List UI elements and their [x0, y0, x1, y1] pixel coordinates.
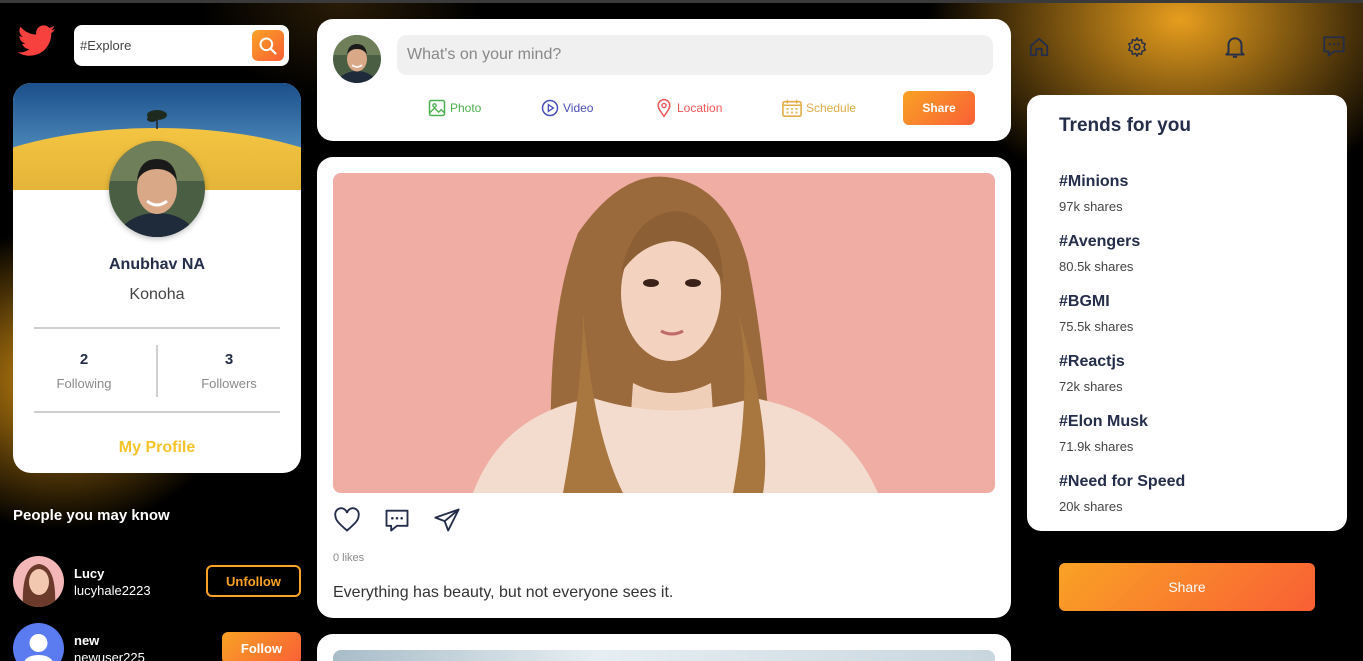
post-card	[317, 634, 1011, 661]
follow-button[interactable]: Follow	[222, 632, 301, 661]
trend-tag: #BGMI	[1059, 293, 1110, 310]
divider	[34, 327, 280, 329]
person-username: newuser225	[74, 650, 145, 661]
trend-item[interactable]: #Need for Speed 20k shares	[1059, 473, 1185, 514]
trend-shares: 97k shares	[1059, 199, 1123, 214]
trend-tag: #Reactjs	[1059, 353, 1125, 370]
window-top-border	[0, 0, 1363, 3]
send-icon[interactable]	[433, 507, 461, 533]
composer-avatar[interactable]	[333, 35, 381, 83]
trend-shares: 20k shares	[1059, 499, 1123, 514]
unfollow-button[interactable]: Unfollow	[206, 565, 301, 597]
trends-title: Trends for you	[1059, 115, 1191, 136]
trend-item[interactable]: #Elon Musk 71.9k shares	[1059, 413, 1148, 454]
profile-location: Konoha	[129, 286, 185, 303]
search-icon	[259, 37, 277, 55]
schedule-label: Schedule	[806, 101, 857, 115]
trend-item[interactable]: #BGMI 75.5k shares	[1059, 293, 1133, 334]
trend-tag: #Elon Musk	[1059, 413, 1148, 430]
followers-stat[interactable]: 3 Followers	[169, 351, 289, 391]
photo-label: Photo	[450, 101, 482, 115]
person-name: new	[74, 633, 100, 648]
divider	[34, 411, 280, 413]
trend-shares: 80.5k shares	[1059, 259, 1134, 274]
followers-label: Followers	[201, 376, 257, 391]
video-option[interactable]: Video	[540, 98, 593, 118]
share-button[interactable]: Share	[1059, 563, 1315, 611]
search-button[interactable]	[252, 30, 284, 61]
post-likes: 0 likes	[333, 552, 365, 564]
heart-icon[interactable]	[333, 507, 361, 533]
schedule-option[interactable]: Schedule	[781, 98, 856, 118]
my-profile-link[interactable]: My Profile	[13, 439, 301, 457]
gear-icon[interactable]	[1124, 34, 1150, 60]
comment-icon[interactable]	[1321, 34, 1347, 60]
trend-item[interactable]: #Avengers 80.5k shares	[1059, 233, 1140, 274]
trend-tag: #Need for Speed	[1059, 473, 1186, 490]
calendar-icon	[782, 99, 802, 117]
profile-card: Anubhav NA Konoha 2 Following 3 Follower…	[13, 83, 301, 473]
comment-icon[interactable]	[383, 507, 411, 533]
post-input[interactable]	[397, 35, 993, 75]
person-item: Lucy lucyhale2223 Unfollow	[13, 556, 301, 608]
post-image[interactable]	[333, 650, 995, 661]
profile-avatar[interactable]	[109, 141, 205, 237]
trends-card: Trends for you #Minions 97k shares #Aven…	[1027, 95, 1347, 531]
map-pin-icon	[657, 98, 671, 118]
home-icon[interactable]	[1026, 34, 1052, 60]
trend-tag: #Avengers	[1059, 233, 1141, 250]
trend-item[interactable]: #Minions 97k shares	[1059, 173, 1128, 214]
twitter-logo-icon[interactable]	[17, 24, 56, 58]
post-actions	[333, 507, 461, 533]
search-bar	[74, 25, 289, 66]
avatar[interactable]	[13, 623, 64, 661]
trend-shares: 71.9k shares	[1059, 439, 1134, 454]
post-caption: Everything has beauty, but not everyone …	[333, 584, 674, 601]
location-label: Location	[677, 101, 723, 115]
trend-tag: #Minions	[1059, 173, 1129, 190]
profile-name: Anubhav NA	[109, 256, 205, 273]
trend-item[interactable]: #Reactjs 72k shares	[1059, 353, 1125, 394]
trend-shares: 72k shares	[1059, 379, 1123, 394]
following-count: 2	[79, 351, 89, 368]
post-image[interactable]	[333, 173, 995, 493]
following-stat[interactable]: 2 Following	[24, 351, 144, 391]
person-username: lucyhale2223	[74, 583, 151, 598]
share-button[interactable]: Share	[903, 91, 975, 125]
person-item: new newuser225 Follow	[13, 623, 301, 661]
avatar[interactable]	[13, 556, 64, 607]
photo-option[interactable]: Photo	[427, 98, 481, 118]
person-name: Lucy	[74, 566, 105, 581]
post-composer: Photo Video Location Schedule Share	[317, 19, 1011, 141]
people-you-may-know-title: People you may know	[13, 507, 170, 524]
search-input[interactable]	[74, 38, 244, 53]
trend-shares: 75.5k shares	[1059, 319, 1134, 334]
followers-count: 3	[224, 351, 234, 368]
video-label: Video	[563, 101, 594, 115]
post-card: 0 likes Everything has beauty, but not e…	[317, 157, 1011, 618]
image-icon	[428, 99, 446, 117]
play-circle-icon	[541, 99, 559, 117]
bell-icon[interactable]	[1222, 34, 1248, 60]
stats-divider	[156, 345, 158, 397]
following-label: Following	[56, 376, 112, 391]
location-option[interactable]: Location	[654, 98, 722, 118]
